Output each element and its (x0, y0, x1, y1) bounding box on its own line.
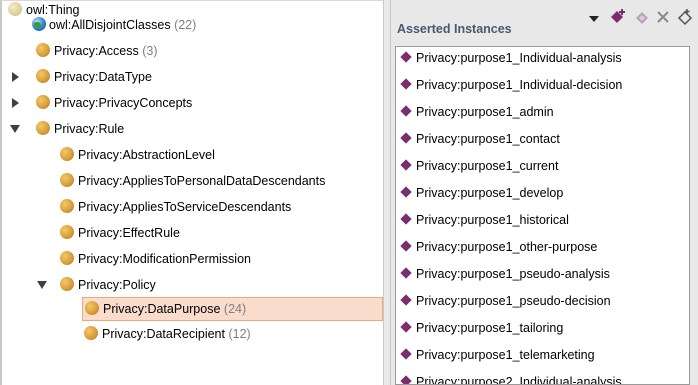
collapse-arrow-icon[interactable] (10, 125, 20, 133)
add-instance-disabled-icon (634, 10, 650, 29)
list-item-label: Privacy:purpose1_historical (416, 213, 569, 227)
instance-count: (22) (174, 18, 197, 32)
instance-icon (400, 78, 412, 90)
instances-list[interactable]: Privacy:purpose1_Individual-analysis Pri… (395, 46, 690, 385)
class-icon (36, 43, 50, 57)
list-item-label: Privacy:purpose1_pseudo-analysis (416, 267, 610, 281)
class-icon (8, 2, 22, 16)
class-icon (60, 277, 74, 291)
tree-node-label: Privacy:Policy (78, 278, 156, 292)
tree-node-label: Privacy:EffectRule (78, 226, 180, 240)
tree-node-label: Privacy:AppliesToPersonalDataDescendants (78, 174, 326, 188)
list-item[interactable]: Privacy:purpose1_telemarketing (398, 344, 595, 366)
globe-icon (32, 17, 46, 31)
list-item[interactable]: Privacy:purpose1_current (398, 155, 558, 177)
tree-node-label: Privacy:DataPurpose (103, 302, 221, 316)
tree-node-label: Privacy:PrivacyConcepts (54, 96, 193, 110)
expand-arrow-icon[interactable] (12, 72, 19, 82)
list-item[interactable]: Privacy:purpose1_other-purpose (398, 236, 597, 258)
tree-node-applies-personal-data[interactable]: Privacy:AppliesToPersonalDataDescendants (60, 170, 325, 192)
instance-icon (400, 267, 412, 279)
class-icon (36, 69, 50, 83)
class-icon (60, 173, 74, 187)
instance-icon (400, 321, 412, 333)
list-item[interactable]: Privacy:purpose1_admin (398, 101, 554, 123)
class-icon (84, 326, 98, 340)
instance-icon (400, 51, 412, 63)
list-item[interactable]: Privacy:purpose1_develop (398, 182, 563, 204)
instance-icon (400, 132, 412, 144)
instance-count: (3) (142, 44, 158, 58)
list-item-label: Privacy:purpose1_pseudo-decision (416, 294, 611, 308)
collapse-arrow-icon[interactable] (37, 281, 47, 289)
tree-node-label: Privacy:ModificationPermission (78, 252, 251, 266)
list-item[interactable]: Privacy:purpose1_Individual-analysis (398, 47, 622, 69)
list-item-label: Privacy:purpose2_Individual-analysis (416, 375, 622, 385)
class-icon (36, 95, 50, 109)
tree-node-label: Privacy:DataType (54, 70, 152, 84)
tree-node-label: Privacy:AppliesToServiceDescendants (78, 200, 292, 214)
list-item-label: Privacy:purpose1_contact (416, 132, 560, 146)
class-icon (60, 251, 74, 265)
tree-node-label: Privacy:Access (54, 44, 139, 58)
tree-node-privacy-rule[interactable]: Privacy:Rule (36, 118, 124, 140)
list-item[interactable]: Privacy:purpose1_tailoring (398, 317, 563, 339)
list-item[interactable]: Privacy:purpose1_historical (398, 209, 569, 231)
instance-count: (24) (223, 302, 247, 316)
instance-icon (400, 213, 412, 225)
class-icon (60, 147, 74, 161)
tree-node-privacy-datatype[interactable]: Privacy:DataType (36, 66, 152, 88)
list-item[interactable]: Privacy:purpose1_pseudo-decision (398, 290, 611, 312)
panel-title: Asserted Instances (397, 22, 512, 36)
instance-icon (400, 348, 412, 360)
tree-node-applies-service[interactable]: Privacy:AppliesToServiceDescendants (60, 196, 291, 218)
list-item-label: Privacy:purpose1_other-purpose (416, 240, 598, 254)
class-icon (36, 121, 50, 135)
class-icon (60, 199, 74, 213)
tree-node-data-recipient[interactable]: Privacy:DataRecipient (12) (84, 323, 251, 345)
tree-node-label: Privacy:Rule (54, 122, 125, 136)
tree-node-data-purpose[interactable]: Privacy:DataPurpose (24) (82, 297, 383, 321)
instance-icon (400, 294, 412, 306)
split-pane-divider[interactable] (383, 0, 391, 385)
instance-icon (400, 186, 412, 198)
list-item-label: Privacy:purpose1_develop (416, 186, 564, 200)
tree-node-privacy-policy[interactable]: Privacy:Policy (60, 274, 156, 296)
add-instance-icon[interactable] (609, 8, 627, 29)
delete-icon[interactable] (656, 10, 670, 27)
tree-node-label: Privacy:AbstractionLevel (78, 148, 215, 162)
list-item-label: Privacy:purpose1_telemarketing (416, 348, 595, 362)
list-item[interactable]: Privacy:purpose1_Individual-decision (398, 74, 622, 96)
tree-node-all-disjoint-classes[interactable]: owl:AllDisjointClasses (22) (32, 14, 196, 36)
expand-arrow-icon[interactable] (12, 98, 19, 108)
list-item-label: Privacy:purpose1_tailoring (416, 321, 564, 335)
list-item-label: Privacy:purpose1_Individual-decision (416, 78, 623, 92)
class-hierarchy-panel: owl:Thing owl:AllDisjointClasses (22) Pr… (0, 0, 383, 385)
list-item[interactable]: Privacy:purpose1_contact (398, 128, 560, 150)
tree-node-privacy-concepts[interactable]: Privacy:PrivacyConcepts (36, 92, 192, 114)
tree-node-abstraction-level[interactable]: Privacy:AbstractionLevel (60, 144, 215, 166)
tree-node-effect-rule[interactable]: Privacy:EffectRule (60, 222, 180, 244)
tree-node-label: Privacy:DataRecipient (102, 327, 225, 341)
tree-node-label: owl:AllDisjointClasses (49, 18, 171, 32)
list-item[interactable]: Privacy:purpose1_pseudo-analysis (398, 263, 610, 285)
instance-count: (12) (228, 327, 251, 341)
list-item-label: Privacy:purpose1_admin (416, 105, 554, 119)
instance-icon (400, 159, 412, 171)
list-item-label: Privacy:purpose1_Individual-analysis (416, 51, 622, 65)
dropdown-arrow-icon[interactable] (589, 11, 599, 27)
more-icon[interactable] (677, 8, 693, 29)
tree-node-modification-permission[interactable]: Privacy:ModificationPermission (60, 248, 251, 270)
list-item[interactable]: Privacy:purpose2_Individual-analysis (398, 371, 622, 385)
asserted-instances-panel: Asserted Instances Privacy:purpose1_Indi… (391, 0, 698, 385)
list-item-label: Privacy:purpose1_current (416, 159, 559, 173)
tree-node-privacy-access[interactable]: Privacy:Access (3) (36, 40, 158, 62)
instance-icon (400, 240, 412, 252)
instance-icon (400, 105, 412, 117)
class-icon (85, 301, 99, 315)
instance-icon (400, 375, 412, 384)
class-icon (60, 225, 74, 239)
